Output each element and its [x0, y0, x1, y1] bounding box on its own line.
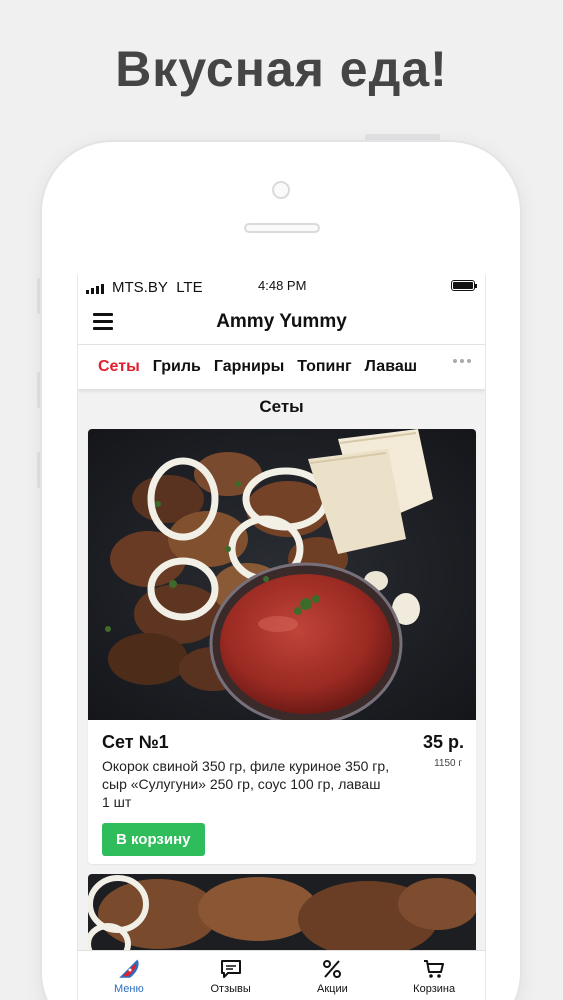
product-price: 35 р.: [422, 732, 464, 752]
carrier-network: MTS.BY LTE: [112, 279, 203, 296]
product-weight: 1150 г: [434, 758, 462, 769]
signal-icon: [86, 284, 104, 294]
battery-icon: [451, 280, 477, 291]
chat-bubble-icon: [220, 960, 241, 978]
tabs-fade: [415, 345, 445, 389]
phone-top-button: [365, 134, 440, 142]
nav-cart-label: Корзина: [413, 983, 456, 995]
product-info: Сет №1 35 р. 1150 г Окорок свиной 350 гр…: [88, 720, 476, 864]
product-card[interactable]: Сет №1 35 р. 1150 г Окорок свиной 350 гр…: [88, 429, 476, 864]
product-description: Окорок свиной 350 гр, филе куриное 350 г…: [102, 758, 390, 810]
tab-toppings[interactable]: Топинг: [297, 358, 351, 376]
app-title: Ammy Yummy: [216, 311, 347, 332]
product-photo: [88, 429, 476, 720]
pizza-slice-icon: [119, 959, 139, 978]
nav-promotions-label: Акции: [317, 983, 348, 995]
promo-headline: Вкусная еда!: [115, 41, 448, 97]
app-screen: MTS.BY LTE 4:48 PM Ammy Yummy Сеты Гриль…: [77, 275, 486, 1000]
more-dots-icon[interactable]: [453, 359, 471, 363]
nav-reviews-label: Отзывы: [210, 983, 251, 995]
nav-reviews[interactable]: Отзывы: [180, 951, 282, 1000]
category-tabs: Сеты Гриль Гарниры Топинг Лаваш: [78, 345, 485, 389]
nav-menu-label: Меню: [114, 983, 144, 995]
nav-promotions[interactable]: Акции: [282, 951, 384, 1000]
nav-cart[interactable]: Корзина: [383, 951, 485, 1000]
carrier-name: MTS.BY: [112, 279, 168, 296]
bottom-navigation: Меню Отзывы Акции Корзина: [78, 950, 485, 1000]
percent-icon: [323, 960, 342, 978]
status-time: 4:48 PM: [258, 278, 307, 293]
tab-garnishes[interactable]: Гарниры: [214, 358, 284, 376]
cart-icon: [424, 960, 445, 978]
network-type: LTE: [176, 279, 203, 296]
add-to-cart-button[interactable]: В корзину: [102, 823, 205, 856]
nav-menu[interactable]: Меню: [78, 951, 180, 1000]
product-name: Сет №1: [102, 732, 169, 752]
tab-grill[interactable]: Гриль: [153, 358, 201, 376]
phone-speaker: [244, 223, 320, 233]
status-bar: MTS.BY LTE 4:48 PM: [78, 275, 485, 301]
tab-sets[interactable]: Сеты: [98, 358, 140, 376]
section-title: Сеты: [259, 397, 304, 416]
phone-camera: [272, 181, 290, 199]
app-header: Ammy Yummy: [78, 301, 485, 345]
tab-lavash[interactable]: Лаваш: [365, 358, 417, 376]
